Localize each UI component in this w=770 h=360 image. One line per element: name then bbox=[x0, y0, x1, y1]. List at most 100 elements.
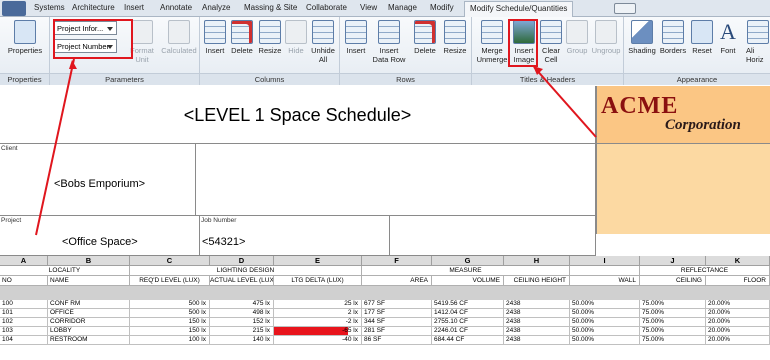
tab-systems[interactable]: Systems bbox=[34, 3, 65, 12]
cell-ceiling[interactable]: 75.00% bbox=[640, 318, 706, 327]
cell-floor[interactable]: 20.00% bbox=[706, 300, 770, 309]
cell-name[interactable]: CORRIDOR bbox=[48, 318, 130, 327]
cell-wall[interactable]: 50.00% bbox=[570, 327, 640, 336]
column-header-a[interactable]: A bbox=[0, 256, 48, 266]
cell-volume[interactable]: 684.44 CF bbox=[432, 336, 504, 345]
reset-button[interactable]: Reset bbox=[689, 20, 715, 55]
tab-architecture[interactable]: Architecture bbox=[72, 3, 115, 12]
tab-collaborate[interactable]: Collaborate bbox=[306, 3, 347, 12]
cell-reqd-level[interactable]: 100 lx bbox=[130, 336, 210, 345]
cell-actual-level[interactable]: 475 lx bbox=[210, 300, 274, 309]
delete-column-button[interactable]: Delete bbox=[228, 20, 256, 55]
cell-ceiling[interactable]: 75.00% bbox=[640, 336, 706, 345]
header-reqd-level[interactable]: REQ'D LEVEL (LUX) bbox=[130, 276, 210, 286]
header-ceiling[interactable]: CEILING bbox=[640, 276, 706, 286]
client-blank-cell[interactable] bbox=[196, 144, 596, 216]
cell-volume[interactable]: 1412.04 CF bbox=[432, 309, 504, 318]
cell-wall[interactable]: 50.00% bbox=[570, 309, 640, 318]
properties-button[interactable]: Properties bbox=[2, 20, 48, 55]
align-horizontal-button[interactable]: Ali Horiz bbox=[746, 20, 770, 64]
tab-modify-schedule-quantities[interactable]: Modify Schedule/Quantities bbox=[464, 1, 574, 17]
tab-view[interactable]: View bbox=[360, 3, 377, 12]
cell-name[interactable]: LOBBY bbox=[48, 327, 130, 336]
cell-name[interactable]: CONF RM bbox=[48, 300, 130, 309]
cell-area[interactable]: 86 SF bbox=[362, 336, 432, 345]
column-header-b[interactable]: B bbox=[48, 256, 130, 266]
cell-ceiling-height[interactable]: 2438 bbox=[504, 309, 570, 318]
cell-volume[interactable]: 2755.10 CF bbox=[432, 318, 504, 327]
column-header-e[interactable]: E bbox=[274, 256, 362, 266]
column-header-f[interactable]: F bbox=[362, 256, 432, 266]
shading-button[interactable]: Shading bbox=[627, 20, 657, 55]
delete-row-button[interactable]: Delete bbox=[411, 20, 439, 55]
clear-cell-button[interactable]: Clear Cell bbox=[539, 20, 563, 64]
cell-ceiling-height[interactable]: 2438 bbox=[504, 336, 570, 345]
cell-ltg-delta[interactable]: -2 lx bbox=[274, 318, 362, 327]
cell-reqd-level[interactable]: 150 lx bbox=[130, 327, 210, 336]
job-number-cell[interactable]: Job Number <54321> bbox=[200, 216, 390, 256]
cell-ltg-delta[interactable]: -65 lx bbox=[274, 327, 362, 336]
cell-name[interactable]: RESTROOM bbox=[48, 336, 130, 345]
column-header-i[interactable]: I bbox=[570, 256, 640, 266]
cell-volume[interactable]: 5419.56 CF bbox=[432, 300, 504, 309]
cell-ltg-delta[interactable]: 2 lx bbox=[274, 309, 362, 318]
cell-floor[interactable]: 20.00% bbox=[706, 327, 770, 336]
app-menu-button[interactable] bbox=[2, 1, 26, 16]
header-actual-level[interactable]: ACTUAL LEVEL (LUX) bbox=[210, 276, 274, 286]
tab-modify[interactable]: Modify bbox=[430, 3, 454, 12]
cell-ceiling[interactable]: 75.00% bbox=[640, 327, 706, 336]
cell-area[interactable]: 281 SF bbox=[362, 327, 432, 336]
column-header-d[interactable]: D bbox=[210, 256, 274, 266]
group-blank[interactable] bbox=[570, 266, 640, 276]
cell-area[interactable]: 177 SF bbox=[362, 309, 432, 318]
cell-actual-level[interactable]: 498 lx bbox=[210, 309, 274, 318]
cell-area[interactable]: 677 SF bbox=[362, 300, 432, 309]
tab-analyze[interactable]: Analyze bbox=[202, 3, 230, 12]
group-reflectance[interactable]: REFLECTANCE bbox=[640, 266, 770, 276]
column-header-k[interactable]: K bbox=[706, 256, 770, 266]
insert-column-button[interactable]: Insert bbox=[202, 20, 228, 55]
schedule-title[interactable]: <LEVEL 1 Space Schedule> bbox=[0, 86, 596, 144]
group-locality[interactable]: LOCALITY bbox=[0, 266, 130, 276]
logo-cell[interactable]: ACME Corporation bbox=[596, 86, 770, 234]
cell-ltg-delta[interactable]: -40 lx bbox=[274, 336, 362, 345]
header-ltg-delta[interactable]: LTG DELTA (LUX) bbox=[274, 276, 362, 286]
cell-no[interactable]: 102 bbox=[0, 318, 48, 327]
cell-no[interactable]: 101 bbox=[0, 309, 48, 318]
header-volume[interactable]: VOLUME bbox=[432, 276, 504, 286]
cell-wall[interactable]: 50.00% bbox=[570, 318, 640, 327]
cell-wall[interactable]: 50.00% bbox=[570, 300, 640, 309]
merge-unmerge-button[interactable]: Merge Unmerge bbox=[475, 20, 509, 64]
cell-area[interactable]: 344 SF bbox=[362, 318, 432, 327]
header-name[interactable]: NAME bbox=[48, 276, 130, 286]
cell-name[interactable]: OFFICE bbox=[48, 309, 130, 318]
header-no[interactable]: NO bbox=[0, 276, 48, 286]
column-header-j[interactable]: J bbox=[640, 256, 706, 266]
borders-button[interactable]: Borders bbox=[658, 20, 688, 55]
cell-ceiling[interactable]: 75.00% bbox=[640, 309, 706, 318]
font-button[interactable]: A Font bbox=[715, 20, 741, 56]
header-floor[interactable]: FLOOR bbox=[706, 276, 770, 286]
cell-actual-level[interactable]: 140 lx bbox=[210, 336, 274, 345]
project-cell[interactable]: Project <Office Space> bbox=[0, 216, 200, 256]
resize-column-button[interactable]: Resize bbox=[256, 20, 284, 55]
cell-ceiling-height[interactable]: 2438 bbox=[504, 327, 570, 336]
tab-insert[interactable]: Insert bbox=[124, 3, 144, 12]
ungroup-button[interactable]: Ungroup bbox=[590, 20, 622, 55]
header-wall[interactable]: WALL bbox=[570, 276, 640, 286]
group-button[interactable]: Group bbox=[564, 20, 590, 55]
cell-ceiling[interactable]: 75.00% bbox=[640, 300, 706, 309]
cell-actual-level[interactable]: 152 lx bbox=[210, 318, 274, 327]
calculated-button[interactable]: Calculated bbox=[160, 20, 198, 55]
column-header-h[interactable]: H bbox=[504, 256, 570, 266]
column-header-c[interactable]: C bbox=[130, 256, 210, 266]
client-cell[interactable]: Client <Bobs Emporium> bbox=[0, 144, 196, 216]
group-lighting-design[interactable]: LIGHTING DESIGN bbox=[130, 266, 362, 276]
cell-wall[interactable]: 50.00% bbox=[570, 336, 640, 345]
insert-row-button[interactable]: Insert bbox=[343, 20, 369, 55]
ribbon-options-icon[interactable] bbox=[614, 3, 636, 14]
tab-manage[interactable]: Manage bbox=[388, 3, 417, 12]
group-measure[interactable]: MEASURE bbox=[362, 266, 570, 276]
job-blank-cell[interactable] bbox=[390, 216, 596, 256]
hide-column-button[interactable]: Hide bbox=[284, 20, 308, 55]
